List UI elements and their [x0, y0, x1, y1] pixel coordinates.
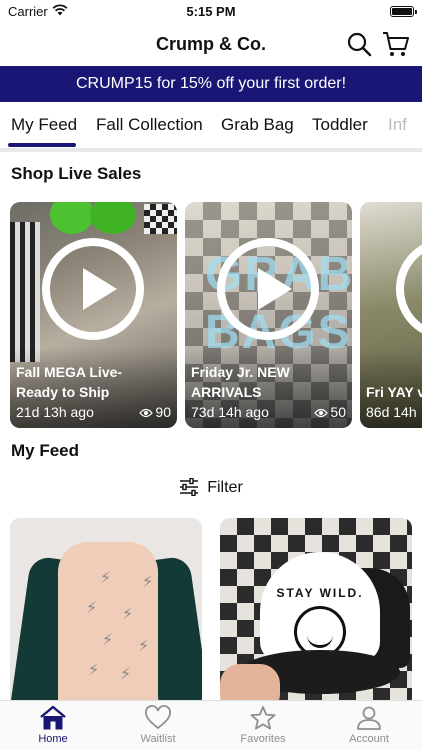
view-count-value: 90: [155, 404, 171, 420]
search-icon[interactable]: [346, 31, 372, 57]
tab-toddler[interactable]: Toddler: [312, 115, 368, 135]
cart-icon[interactable]: [382, 30, 410, 58]
tabbar-account-label: Account: [349, 733, 389, 745]
battery-icon: [390, 6, 417, 17]
tab-fall-collection[interactable]: Fall Collection: [96, 115, 203, 135]
play-icon[interactable]: [42, 238, 144, 340]
tabbar-favorites[interactable]: Favorites: [221, 705, 305, 745]
my-feed-title: My Feed: [11, 441, 80, 460]
tabbar-waitlist-label: Waitlist: [140, 733, 176, 745]
promo-text: CRUMP15 for 15% off your first order!: [75, 75, 347, 92]
tabs-divider: [0, 148, 422, 152]
heart-icon: [145, 705, 171, 730]
live-sales-title: Shop Live Sales: [11, 164, 142, 183]
live-sale-card[interactable]: Fall MEGA Live- Ready to Ship 21d 13h ag…: [10, 202, 177, 428]
bottom-tab-bar: Home Waitlist Favorites Account: [0, 700, 422, 750]
live-sale-age: 73d 14h ago: [191, 404, 269, 420]
live-sale-age: 21d 13h ago: [16, 404, 94, 420]
view-count: 50: [314, 404, 346, 420]
eye-icon: [314, 408, 329, 418]
sliders-icon: [180, 478, 199, 496]
star-icon: [250, 706, 276, 730]
tab-grab-bag[interactable]: Grab Bag: [221, 115, 294, 135]
status-time: 5:15 PM: [186, 4, 236, 19]
home-icon: [40, 705, 66, 730]
tab-my-feed[interactable]: My Feed: [11, 115, 77, 135]
view-count-value: 50: [330, 404, 346, 420]
status-bar: Carrier 5:15 PM: [0, 0, 422, 24]
product-card[interactable]: ⚡ ⚡ ⚡ ⚡ ⚡ ⚡ ⚡ ⚡: [10, 518, 202, 708]
live-sale-card[interactable]: GRAB BAGS Friday Jr. NEW ARRIVALS 73d 14…: [185, 202, 352, 428]
live-sale-age: 86d 14h: [366, 404, 417, 420]
tabbar-home[interactable]: Home: [11, 705, 95, 745]
eye-icon: [139, 408, 154, 418]
live-sale-title: Friday Jr. NEW ARRIVALS: [191, 364, 290, 400]
view-count: 90: [139, 404, 171, 420]
filter-button[interactable]: Filter: [0, 478, 422, 504]
live-sale-card[interactable]: Fri YAY v 86d 14h: [360, 202, 422, 428]
tabbar-home-label: Home: [38, 733, 68, 745]
play-icon[interactable]: [396, 238, 422, 340]
tabbar-account[interactable]: Account: [327, 705, 411, 745]
tabbar-waitlist[interactable]: Waitlist: [116, 705, 200, 745]
tab-infant[interactable]: Inf: [388, 115, 407, 135]
live-sale-title: Fri YAY v: [366, 384, 422, 400]
product-card[interactable]: STAY WILD.: [220, 518, 412, 708]
category-tabs: My Feed Fall Collection Grab Bag Toddler…: [0, 102, 422, 148]
promo-banner[interactable]: CRUMP15 for 15% off your first order!: [0, 66, 422, 102]
live-sale-title: Fall MEGA Live- Ready to Ship: [16, 364, 123, 400]
filter-label: Filter: [207, 479, 243, 496]
play-icon[interactable]: [217, 238, 319, 340]
hat-print-text: STAY WILD.: [276, 586, 364, 600]
app-header: Crump & Co.: [0, 24, 422, 66]
person-icon: [357, 706, 381, 730]
tabbar-favorites-label: Favorites: [240, 733, 286, 745]
active-tab-indicator: [8, 143, 76, 147]
